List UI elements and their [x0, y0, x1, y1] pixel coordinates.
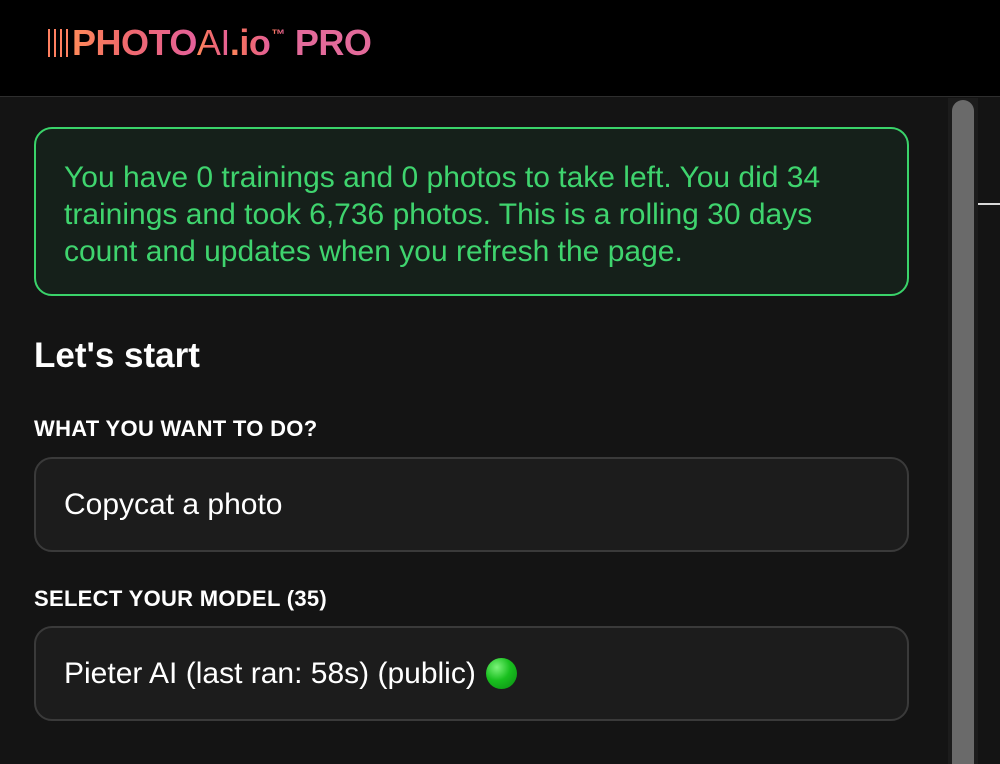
divider-line [978, 203, 1000, 205]
usage-notice: You have 0 trainings and 0 photos to tak… [34, 127, 909, 296]
model-select-value: Pieter AI (last ran: 58s) (public) [64, 656, 476, 690]
logo-pro-badge: PRO [294, 22, 372, 63]
green-circle-icon [485, 658, 517, 689]
logo-bars-icon [48, 29, 68, 57]
model-label: SELECT YOUR MODEL (35) [34, 586, 328, 611]
task-select[interactable]: Copycat a photo [34, 457, 909, 552]
task-select-value: Copycat a photo [64, 487, 283, 521]
logo-photo-text: PHOTO [72, 22, 197, 63]
scrollbar-thumb[interactable] [952, 100, 974, 764]
page-heading: Let's start [34, 336, 200, 375]
right-panel-edge [978, 98, 1000, 764]
top-bar: PHOTO AI .io ™ PRO [0, 0, 1000, 97]
task-label: WHAT YOU WANT TO DO? [34, 416, 318, 441]
logo-trademark: ™ [271, 26, 285, 42]
logo-ai-text: AI [196, 22, 231, 63]
photoai-logo[interactable]: PHOTO AI .io ™ PRO [48, 22, 372, 68]
model-select[interactable]: Pieter AI (last ran: 58s) (public) [34, 626, 909, 721]
logo-domain-text: .io [229, 22, 271, 63]
